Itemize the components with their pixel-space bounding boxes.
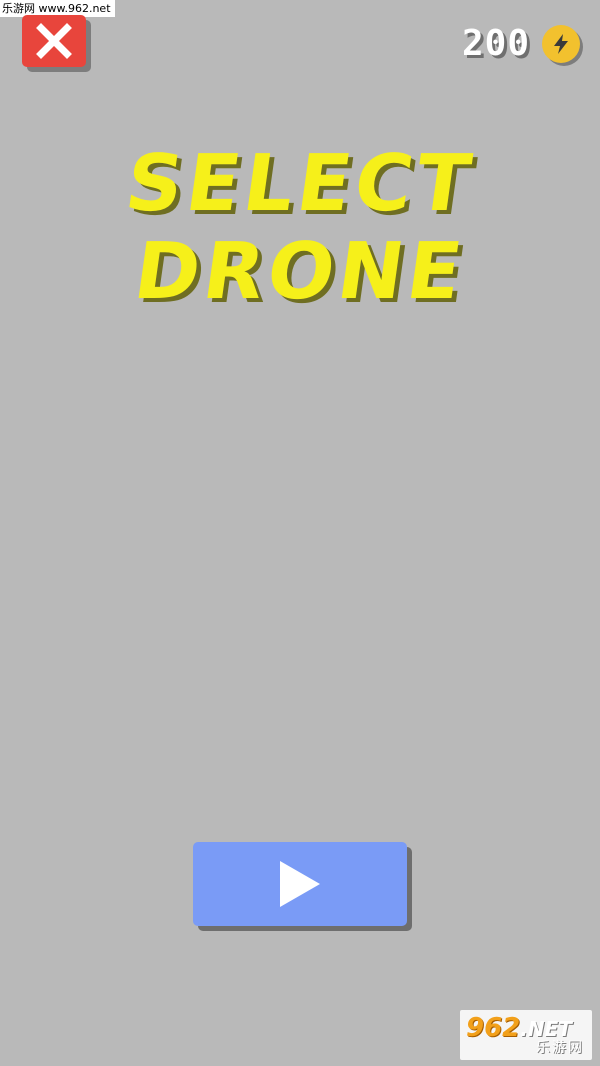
watermark-logo-main: 962 xyxy=(466,1013,521,1043)
play-button[interactable] xyxy=(193,842,407,926)
play-triangle-icon xyxy=(280,861,320,907)
close-x-icon xyxy=(36,23,72,59)
currency-amount: 200 xyxy=(461,23,530,64)
title-line-drone: DRONE xyxy=(128,227,472,317)
close-button[interactable] xyxy=(22,15,86,67)
title-line-select: SELECT xyxy=(120,139,480,229)
lightning-bolt-icon xyxy=(554,34,568,54)
watermark-logo-sub: 乐游网 xyxy=(536,1040,584,1056)
energy-coin-icon xyxy=(542,25,580,63)
watermark-bottom-logo: 962.NET 乐游网 xyxy=(460,1010,592,1060)
currency-display: 200 xyxy=(462,24,580,64)
screen-title: SELECT DRONE xyxy=(0,139,600,317)
